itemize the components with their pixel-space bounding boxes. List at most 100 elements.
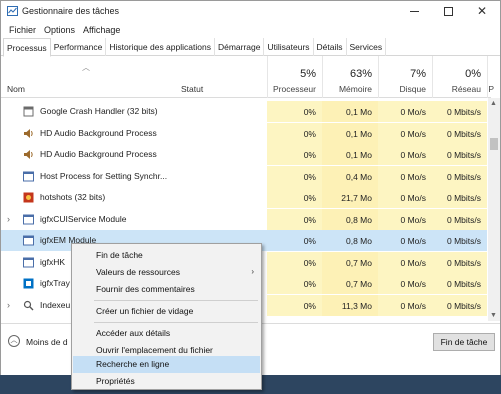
intel-tray-icon: [23, 278, 34, 289]
tab-details[interactable]: Détails: [314, 38, 347, 56]
column-disk[interactable]: 7% Disque: [378, 56, 432, 98]
disk-value: 0 Mo/s: [378, 251, 432, 273]
process-name: igfxCUIService Module: [40, 213, 127, 224]
tab-processus[interactable]: Processus: [3, 38, 51, 57]
process-row[interactable]: Google Crash Handler (32 bits) 0% 0,1 Mo 0 …: [1, 101, 487, 122]
scroll-thumb[interactable]: [490, 138, 498, 150]
window-title: Gestionnaire des tâches: [22, 6, 120, 16]
network-value: 0 Mbits/s: [432, 208, 487, 230]
network-value: 0 Mbits/s: [432, 294, 487, 316]
expand-chevron-icon[interactable]: ›: [7, 300, 10, 310]
network-value: 0 Mbits/s: [432, 165, 487, 187]
network-value: 0 Mbits/s: [432, 187, 487, 208]
cpu-value: 0%: [267, 101, 322, 122]
close-button[interactable]: ✕: [466, 1, 498, 21]
process-name: igfxHK: [40, 256, 66, 267]
memory-total: 63%: [349, 68, 372, 80]
menu-affichage[interactable]: Affichage: [79, 25, 124, 35]
window-app-icon: [23, 235, 34, 246]
end-task-button[interactable]: Fin de tâche: [433, 333, 495, 351]
process-name: HD Audio Background Process: [40, 127, 157, 138]
cpu-value: 0%: [267, 294, 322, 316]
cpu-total: 5%: [300, 68, 316, 80]
process-name: Indexeu: [40, 299, 71, 310]
menu-separator: [94, 300, 258, 301]
scroll-up-icon[interactable]: ▲: [490, 100, 497, 107]
cpu-value: 0%: [267, 187, 322, 208]
memory-value: 0,4 Mo: [322, 165, 378, 187]
hotshots-icon: [23, 192, 34, 203]
process-row[interactable]: hotshots (32 bits) 0% 21,7 Mo 0 Mo/s 0 Mbits…: [1, 187, 487, 208]
disk-value: 0 Mo/s: [378, 294, 432, 316]
disk-value: 0 Mo/s: [378, 208, 432, 230]
menu-end-task[interactable]: Fin de tâche: [73, 247, 260, 264]
memory-value: 0,8 Mo: [322, 208, 378, 230]
tab-demarrage[interactable]: Démarrage: [215, 38, 265, 56]
cpu-label: Processeur: [273, 84, 316, 94]
window-app-icon: [23, 257, 34, 267]
process-row[interactable]: HD Audio Background Process 0% 0,1 Mo 0 Mo/…: [1, 144, 487, 165]
tab-services[interactable]: Services: [347, 38, 387, 56]
column-memory[interactable]: 63% Mémoire: [322, 56, 378, 98]
network-value: 0 Mbits/s: [432, 144, 487, 165]
column-network[interactable]: 0% Réseau: [432, 56, 487, 98]
column-status[interactable]: Statut: [181, 84, 203, 94]
tab-performance[interactable]: Performance: [51, 38, 107, 56]
network-value: 0 Mbits/s: [432, 122, 487, 144]
window-app-icon: [23, 214, 34, 224]
process-row[interactable]: HD Audio Background Process 0% 0,1 Mo 0 Mo/…: [1, 122, 487, 144]
speaker-icon: [24, 150, 33, 159]
title-bar[interactable]: Gestionnaire des tâches ✕: [1, 1, 500, 21]
menu-resource-values-label: Valeurs de ressources: [96, 267, 180, 277]
disk-total: 7%: [410, 68, 426, 80]
disk-label: Disque: [399, 84, 426, 94]
cpu-value: 0%: [267, 273, 322, 294]
maximize-icon: [443, 6, 453, 16]
process-name: HD Audio Background Process: [40, 149, 157, 159]
minimize-icon: [409, 10, 419, 12]
menu-bar: Fichier Options Affichage: [1, 21, 500, 38]
process-row[interactable]: › igfxCUIService Module 0% 0,8 Mo 0 Mo/s 0 Mb…: [1, 208, 487, 230]
scroll-down-icon[interactable]: ▼: [490, 312, 497, 319]
menu-properties[interactable]: Propriétés: [73, 373, 260, 390]
menu-fichier[interactable]: Fichier: [5, 25, 40, 35]
process-name: Google Crash Handler (32 bits): [40, 106, 158, 116]
tab-historique[interactable]: Historique des applications: [106, 38, 215, 56]
minimize-button[interactable]: [398, 1, 430, 21]
less-details-link[interactable]: Moins de d: [26, 337, 68, 347]
memory-value: 21,7 Mo: [322, 187, 378, 208]
memory-value: 0,1 Mo: [322, 144, 378, 165]
vertical-scrollbar[interactable]: ▲ ▼: [488, 98, 500, 321]
menu-create-dump[interactable]: Créer un fichier de vidage: [73, 303, 260, 320]
task-manager-icon: [7, 6, 18, 16]
submenu-arrow-icon: ›: [251, 267, 254, 276]
network-value: 0 Mbits/s: [432, 101, 487, 122]
expand-chevron-icon[interactable]: ›: [7, 214, 10, 224]
memory-value: 11,3 Mo: [322, 294, 378, 316]
menu-search-online[interactable]: Recherche en ligne: [73, 356, 260, 373]
network-value: 0 Mbits/s: [432, 230, 487, 251]
memory-label: Mémoire: [338, 84, 372, 94]
close-icon: ✕: [476, 4, 488, 18]
network-value: 0 Mbits/s: [432, 273, 487, 294]
process-row[interactable]: Host Process for Setting Synchr... 0% 0,4 …: [1, 165, 487, 187]
cpu-value: 0%: [267, 251, 322, 273]
column-cpu[interactable]: 5% Processeur: [267, 56, 322, 98]
tab-utilisateurs[interactable]: Utilisateurs: [264, 38, 314, 56]
maximize-button[interactable]: [432, 1, 464, 21]
menu-go-to-details[interactable]: Accéder aux détails: [73, 325, 260, 342]
disk-value: 0 Mo/s: [378, 144, 432, 165]
menu-resource-values[interactable]: Valeurs de ressources ›: [73, 264, 260, 281]
column-name[interactable]: Nom: [7, 84, 25, 94]
collapse-icon[interactable]: ︿: [8, 335, 20, 347]
memory-value: 0,1 Mo: [322, 122, 378, 144]
menu-options[interactable]: Options: [40, 25, 79, 35]
menu-feedback[interactable]: Fournir des commentaires: [73, 281, 260, 298]
sort-up-icon: ︿: [82, 63, 90, 72]
network-value: 0 Mbits/s: [432, 251, 487, 273]
menu-separator: [94, 322, 258, 323]
network-label: Réseau: [451, 84, 481, 94]
column-extra[interactable]: P: [487, 56, 495, 98]
network-total: 0%: [465, 68, 481, 80]
process-name: hotshots (32 bits): [40, 192, 106, 202]
